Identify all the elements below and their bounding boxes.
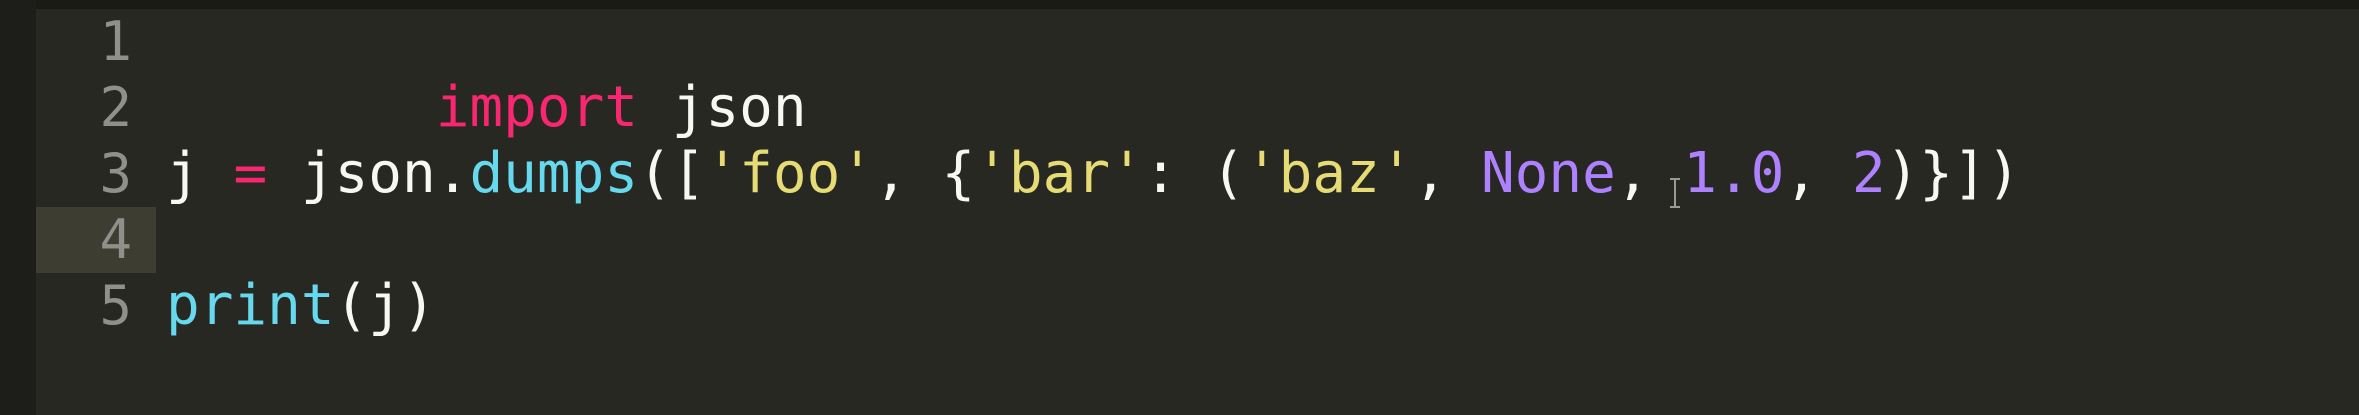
code-token: ([ <box>638 141 706 206</box>
operator-token: = <box>233 141 268 206</box>
code-text[interactable]: j = json.dumps(['foo', {'bar': ('baz', N… <box>166 141 2020 207</box>
line-number: 1 <box>99 10 132 73</box>
code-token: j <box>166 141 234 206</box>
code-token: )}]) <box>1885 141 2021 206</box>
number-token: 2 <box>1851 141 1886 206</box>
constant-token: None <box>1480 141 1616 206</box>
line-number: 3 <box>99 142 132 205</box>
code-line-5[interactable]: 5 print(j) <box>36 273 2359 339</box>
string-token: 'baz' <box>1244 141 1414 206</box>
code-token: : ( <box>1143 141 1245 206</box>
string-token: 'bar' <box>975 141 1144 206</box>
code-line-1[interactable]: 1 import json <box>36 9 2359 140</box>
line-number: 2 <box>99 76 132 139</box>
editor-window: 1 import json 2 3 j = json.dumps(['foo',… <box>0 0 2359 415</box>
code-line-3[interactable]: 3 j = json.dumps(['foo', {'bar': ('baz',… <box>36 141 2359 207</box>
code-token: (j) <box>334 273 436 338</box>
code-line-2[interactable]: 2 <box>36 75 2359 141</box>
function-token: dumps <box>469 141 639 206</box>
code-token: , <box>1413 141 1481 206</box>
line-number: 4 <box>99 208 132 271</box>
code-line-4-current[interactable]: 4 <box>36 207 2359 273</box>
code-editor[interactable]: 1 import json 2 3 j = json.dumps(['foo',… <box>36 9 2359 415</box>
line-number: 5 <box>99 274 132 337</box>
code-text[interactable]: import json <box>166 9 807 140</box>
number-token: 1.0 <box>1683 141 1785 206</box>
function-token: print <box>166 273 335 338</box>
left-border <box>0 0 36 415</box>
top-border <box>0 0 2359 9</box>
code-token: json. <box>267 141 470 206</box>
code-text[interactable]: print(j) <box>166 273 436 339</box>
ibeam-cursor-icon <box>1670 178 1680 208</box>
code-token: , { <box>874 141 976 206</box>
string-token: 'foo' <box>705 141 875 206</box>
code-token: , <box>1784 141 1852 206</box>
